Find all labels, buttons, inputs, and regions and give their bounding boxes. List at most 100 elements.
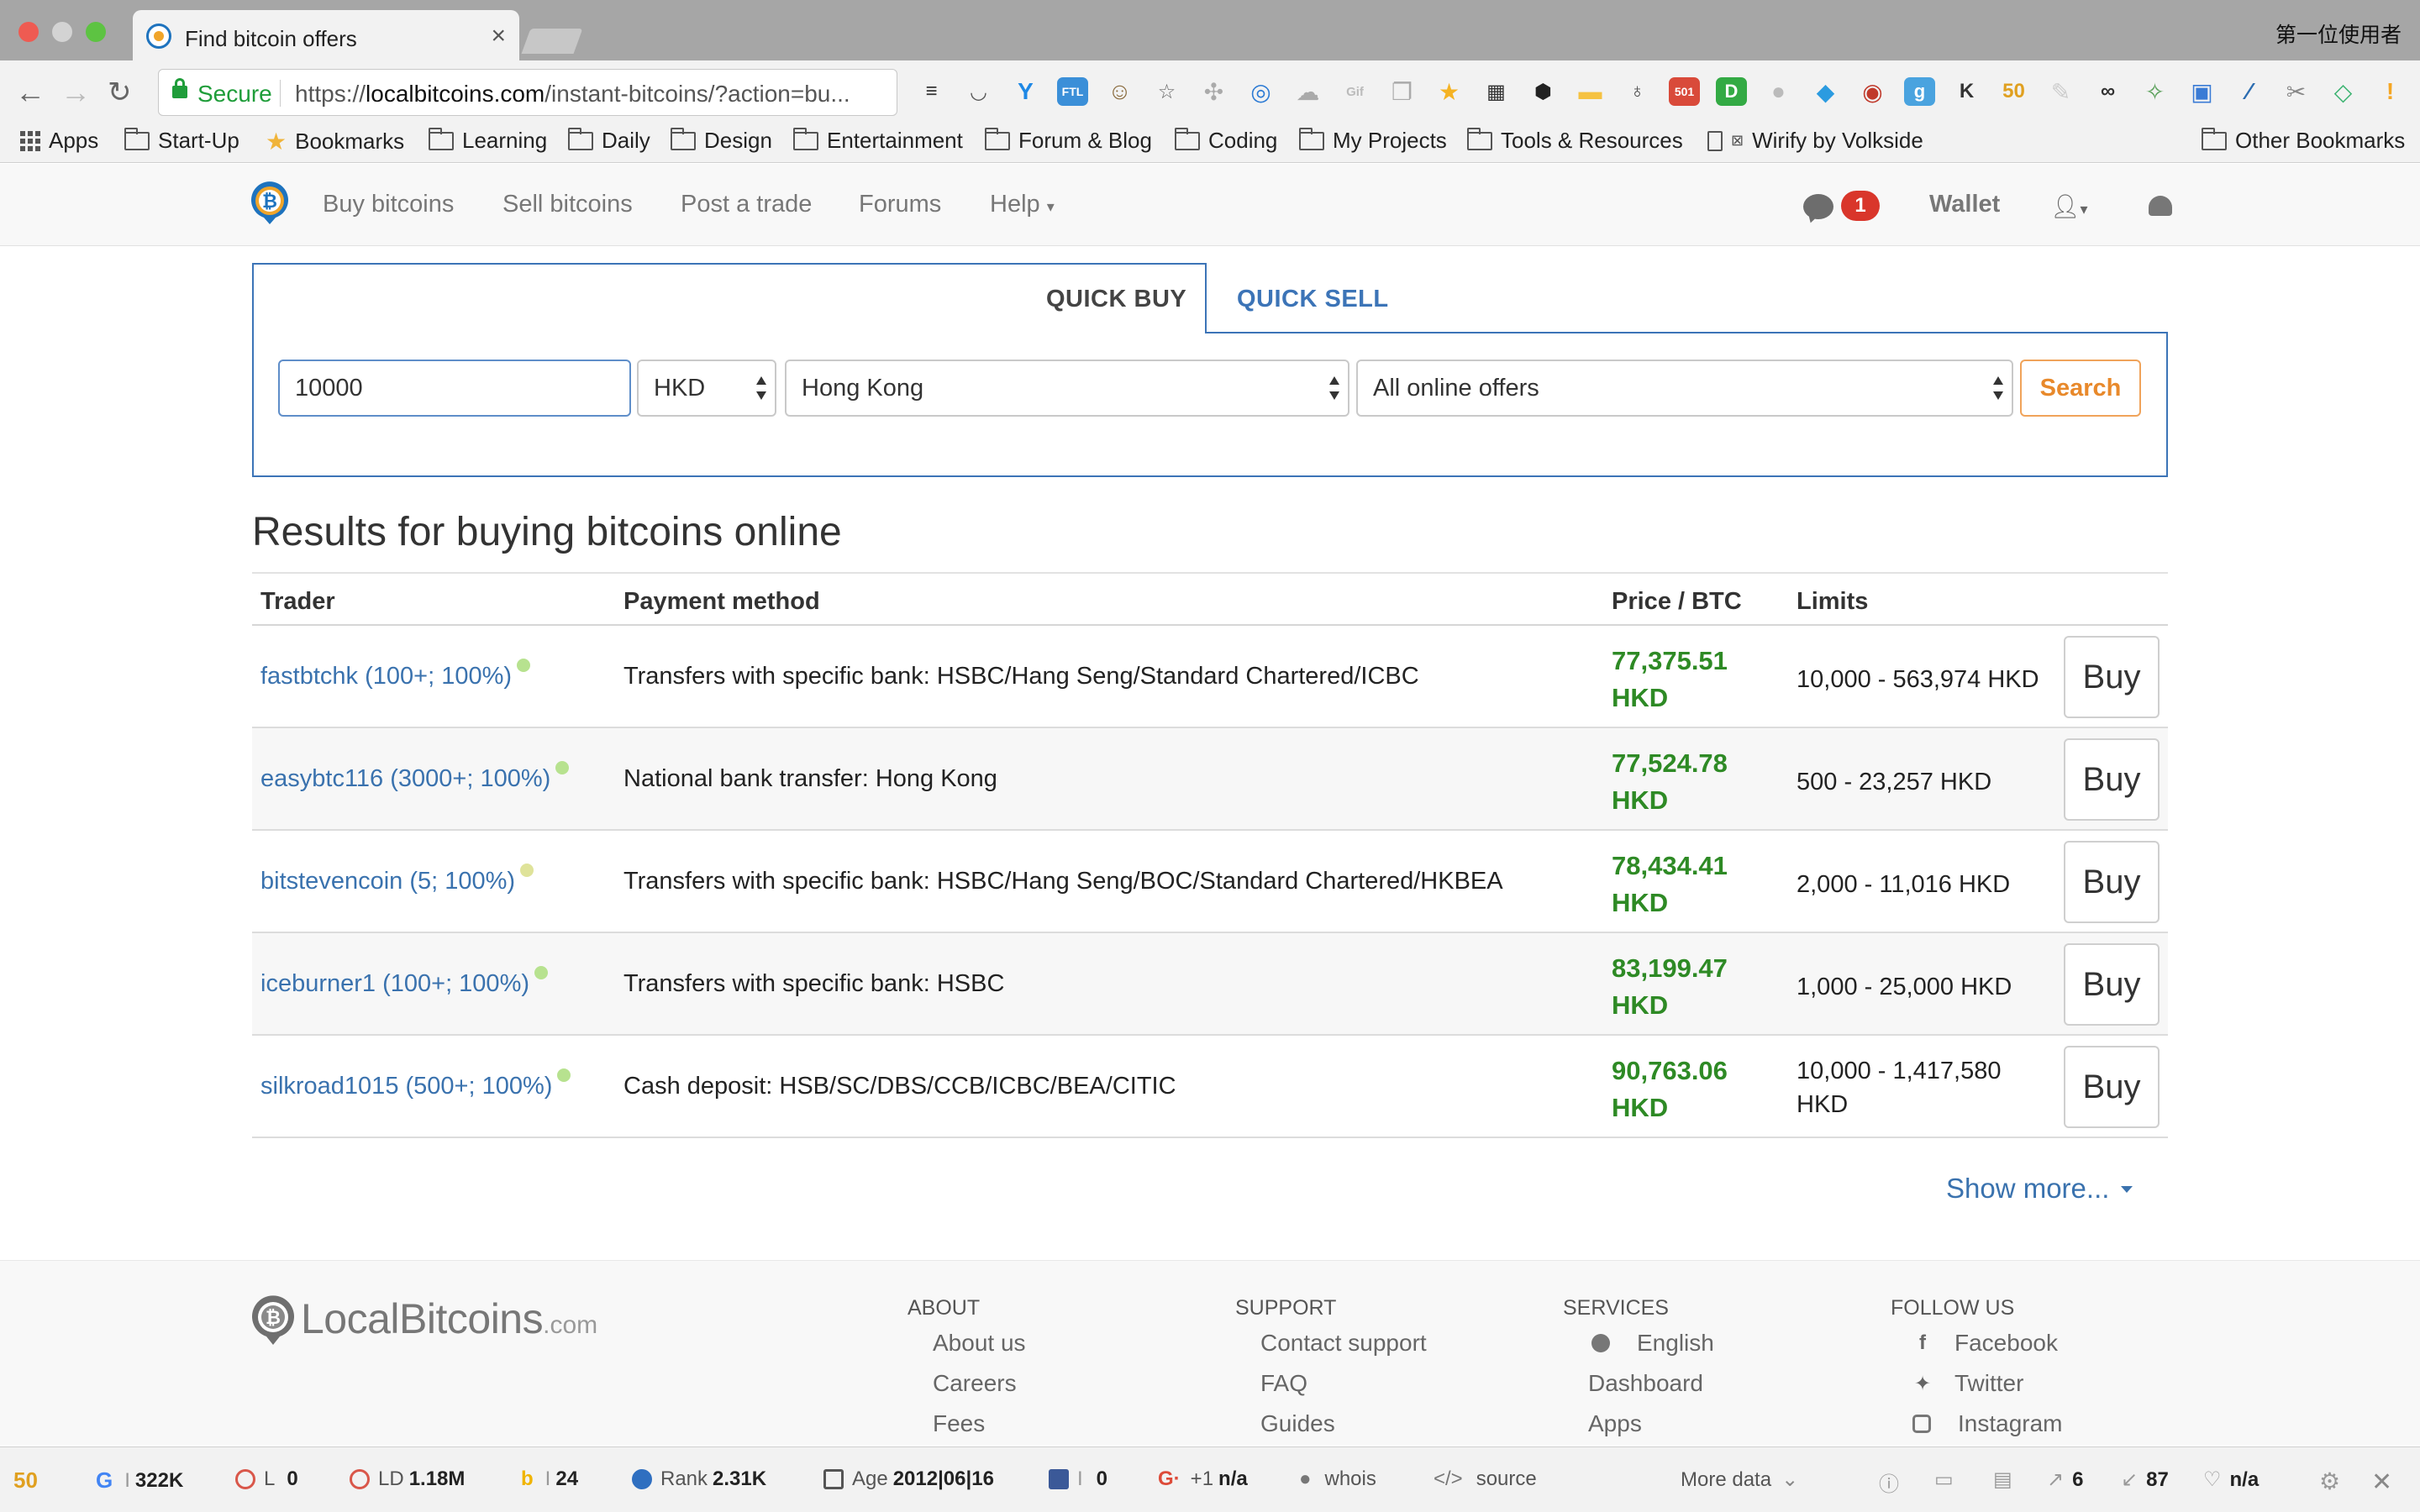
tab-close-icon[interactable]: ×: [491, 22, 506, 50]
trader-link[interactable]: iceburner1 (100+; 100%): [260, 966, 549, 998]
ball-icon[interactable]: ◉: [1857, 77, 1888, 106]
tool-icon[interactable]: ✎: [2045, 77, 2076, 106]
amount-input[interactable]: 10000: [278, 360, 631, 417]
new-tab-button[interactable]: [521, 29, 583, 54]
seo-external-links[interactable]: ↗ 6: [2047, 1467, 2083, 1492]
ghostery-icon[interactable]: ☺: [1104, 77, 1135, 106]
gif-icon[interactable]: Gif: [1339, 77, 1370, 106]
seo-internal-links[interactable]: ↙ 87: [2121, 1467, 2169, 1492]
alert-icon[interactable]: !: [2375, 77, 2406, 106]
bookmark-wirify[interactable]: ⊠ Wirify by Volkside: [1707, 128, 1923, 154]
footer-link-apps[interactable]: Apps: [1588, 1410, 1642, 1437]
scissors-icon[interactable]: ✂: [2281, 77, 2312, 106]
footer-link-english[interactable]: English: [1588, 1330, 1714, 1357]
pocket-icon[interactable]: ◡: [963, 77, 994, 106]
page-icon[interactable]: ▤: [1993, 1467, 2012, 1492]
nav-help[interactable]: Help ▾: [990, 191, 1055, 218]
close-icon[interactable]: ✕: [2371, 1467, 2392, 1497]
trader-link[interactable]: silkroad1015 (500+; 100%): [260, 1068, 571, 1100]
footer-link-dashboard[interactable]: Dashboard: [1588, 1370, 1703, 1397]
ftl-icon[interactable]: FTL: [1057, 77, 1088, 106]
bookmark-start-up[interactable]: Start-Up: [124, 127, 239, 154]
forward-arrow-icon[interactable]: →: [60, 76, 91, 109]
grey-circle-icon[interactable]: ●: [1763, 77, 1794, 106]
bird-icon[interactable]: ✧: [2139, 77, 2170, 106]
chat-icon[interactable]: [1803, 194, 1833, 219]
nav-wallet[interactable]: Wallet: [1929, 191, 2000, 218]
nav-sell-bitcoins[interactable]: Sell bitcoins: [502, 191, 633, 218]
bookmark-apps[interactable]: Apps: [20, 128, 98, 154]
seo-links[interactable]: L0: [235, 1467, 298, 1491]
footer-link-careers[interactable]: Careers: [933, 1370, 1017, 1397]
footer-link-about-us[interactable]: About us: [933, 1330, 1026, 1357]
seo-domain-age[interactable]: Age 2012|06|16: [823, 1467, 994, 1491]
trader-link[interactable]: easybtc116 (3000+; 100%): [260, 761, 570, 793]
pen-icon[interactable]: ⁄: [2233, 77, 2265, 106]
tab-quick-buy[interactable]: QUICK BUY: [1046, 286, 1186, 313]
buy-button[interactable]: Buy: [2064, 636, 2160, 718]
copy-icon[interactable]: ❐: [1386, 77, 1418, 106]
reload-icon[interactable]: ↻: [108, 76, 132, 109]
seo-whois-link[interactable]: ● whois: [1299, 1467, 1376, 1491]
bookmark-design[interactable]: Design: [671, 127, 772, 154]
url-text[interactable]: https://localbitcoins.com/instant-bitcoi…: [295, 81, 850, 108]
nav-forums[interactable]: Forums: [859, 191, 941, 218]
profile-name[interactable]: 第一位使用者: [2275, 18, 2402, 49]
counter-icon[interactable]: 501: [1669, 77, 1700, 106]
address-bar[interactable]: Secure https://localbitcoins.com/instant…: [158, 69, 897, 116]
browser-tab[interactable]: Find bitcoin offers ×: [133, 10, 519, 64]
buy-button[interactable]: Buy: [2064, 1046, 2160, 1128]
monitor-icon[interactable]: ▭: [1934, 1467, 1954, 1492]
buy-button[interactable]: Buy: [2064, 943, 2160, 1026]
bookmark-other[interactable]: Other Bookmarks: [2202, 127, 2405, 154]
seo-google-plus[interactable]: G· +1 n/a: [1158, 1467, 1248, 1491]
close-window-button[interactable]: [18, 22, 39, 42]
compass-icon[interactable]: ◎: [1245, 77, 1276, 106]
bookmark-entertainment[interactable]: Entertainment: [793, 127, 963, 154]
seo-50-icon[interactable]: 50: [1998, 77, 2029, 106]
bookmark-forum-blog[interactable]: Forum & Blog: [985, 127, 1152, 154]
blue-hex-icon[interactable]: ◆: [1810, 77, 1841, 106]
bookmark-my-projects[interactable]: My Projects: [1299, 127, 1447, 154]
ycombinator-icon[interactable]: Y: [1010, 77, 1041, 106]
hexagon-icon[interactable]: ⬢: [1528, 77, 1559, 106]
mask-icon[interactable]: ∞: [2092, 77, 2123, 106]
localbitcoins-logo-icon[interactable]: ₿: [249, 181, 291, 226]
footer-link-twitter[interactable]: ✦ Twitter: [1909, 1370, 2024, 1397]
buy-button[interactable]: Buy: [2064, 738, 2160, 821]
seo-facebook-likes[interactable]: I0: [1049, 1467, 1107, 1491]
seo-more-data[interactable]: More data ⌄: [1681, 1467, 1798, 1492]
trader-link[interactable]: bitstevencoin (5; 100%): [260, 864, 534, 895]
seo-google-index[interactable]: G I 322K: [96, 1467, 183, 1494]
cloud-icon[interactable]: ☁: [1292, 77, 1323, 106]
footer-logo-text[interactable]: LocalBitcoins.com: [301, 1294, 597, 1343]
footer-link-guides[interactable]: Guides: [1260, 1410, 1335, 1437]
g-icon[interactable]: g: [1904, 77, 1935, 106]
bookmark-coding[interactable]: Coding: [1175, 127, 1277, 154]
search-button[interactable]: Search: [2020, 360, 2141, 417]
notification-badge[interactable]: 1: [1841, 191, 1880, 221]
star-icon[interactable]: ☆: [1151, 77, 1182, 106]
seo-other-metric[interactable]: ♡ n/a: [2203, 1467, 2259, 1492]
bookmark-learning[interactable]: Learning: [429, 127, 547, 154]
diamond-icon[interactable]: ◇: [2328, 77, 2359, 106]
layers-icon[interactable]: ≡: [916, 77, 947, 106]
badge-icon[interactable]: ★: [1434, 77, 1465, 106]
country-select[interactable]: Hong Kong: [785, 360, 1349, 417]
screen-icon[interactable]: ▣: [2186, 77, 2217, 106]
footer-link-fees[interactable]: Fees: [933, 1410, 985, 1437]
footer-logo-icon[interactable]: ₿: [250, 1294, 296, 1347]
user-menu[interactable]: 👤︎▾: [2050, 192, 2088, 220]
minimize-window-button[interactable]: [52, 22, 72, 42]
puzzle-icon[interactable]: ✣: [1198, 77, 1229, 106]
seo-alexa-rank[interactable]: Rank 2.31K: [632, 1467, 766, 1491]
d-icon[interactable]: D: [1716, 77, 1747, 106]
tab-quick-sell[interactable]: QUICK SELL: [1237, 286, 1389, 313]
maximize-window-button[interactable]: [86, 22, 106, 42]
show-more-link[interactable]: Show more...: [1946, 1173, 2133, 1205]
k-icon[interactable]: K: [1951, 77, 1982, 106]
bookmark-tools-resources[interactable]: Tools & Resources: [1467, 127, 1683, 154]
gear-icon[interactable]: ⚙: [2319, 1467, 2340, 1495]
currency-select[interactable]: HKD: [637, 360, 776, 417]
film-icon[interactable]: ▦: [1481, 77, 1512, 106]
